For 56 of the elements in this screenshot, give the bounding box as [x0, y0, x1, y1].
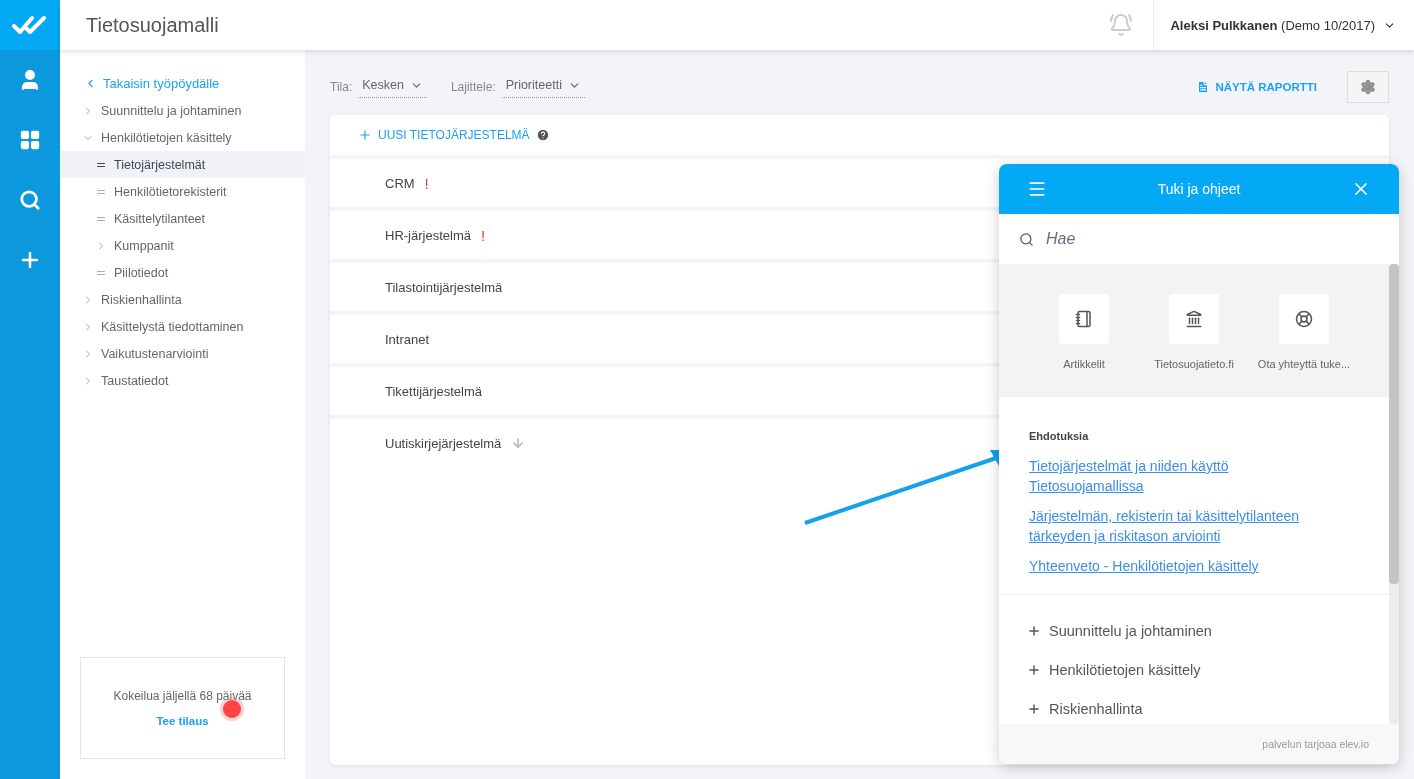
sidebar-item[interactable]: Riskienhallinta: [60, 286, 305, 313]
help-title: Tuki ja ohjeet: [1156, 181, 1242, 197]
system-name: Tilastointijärjestelmä: [385, 279, 503, 295]
system-name: HR-järjestelmä: [385, 227, 471, 243]
suggestion-link[interactable]: Yhteenveto - Henkilötietojen käsittely: [1029, 556, 1319, 576]
bank-building-icon: [1185, 310, 1203, 328]
category-item[interactable]: Riskienhallinta: [999, 689, 1389, 724]
suggestions-heading: Ehdotuksia: [1029, 430, 1090, 442]
category-item[interactable]: Henkilötietojen käsittely: [999, 650, 1389, 689]
plus-icon: [1027, 662, 1041, 677]
document-icon: [1196, 79, 1211, 94]
priority-mark-text: !: [424, 174, 429, 192]
settings-button[interactable]: [1347, 70, 1389, 103]
shortcut-button[interactable]: [1279, 294, 1329, 344]
system-name: Uutiskirjejärjestelmä: [385, 435, 502, 451]
double-check-logo-icon: [12, 15, 48, 35]
priority-mark-text: !: [480, 226, 486, 244]
user-menu[interactable]: Aleksi Pulkkanen (Demo 10/2017): [1153, 0, 1414, 50]
filter-dropdown[interactable]: Kesken: [358, 75, 427, 98]
filter-label: Lajittele:: [450, 79, 496, 94]
sidebar-item[interactable]: Piilotiedot: [60, 259, 305, 286]
sidebar-item[interactable]: Tietojärjestelmät: [60, 151, 305, 178]
sidebar-item[interactable]: Kumppanit: [60, 232, 305, 259]
plus-icon: [1027, 623, 1041, 638]
sidebar-item[interactable]: Henkilötietorekisterit: [60, 178, 305, 205]
system-name: Tikettijärjestelmä: [385, 383, 483, 399]
grid-icon: [19, 129, 41, 151]
system-name: Intranet: [385, 331, 430, 347]
search-icon: [1019, 231, 1034, 247]
shortcut-button[interactable]: [1169, 294, 1219, 344]
filter-dropdown[interactable]: Prioriteetti: [501, 75, 585, 98]
system-name: CRM: [385, 175, 415, 191]
sidebar-item[interactable]: Taustatiedot: [60, 367, 305, 394]
bell-icon[interactable]: [1109, 13, 1134, 37]
plus-icon: [1027, 701, 1041, 716]
footer-credit: palvelun tarjoaa elev.io: [999, 724, 1399, 764]
menu-icon[interactable]: [1027, 179, 1047, 199]
page-title: Tietosuojamalli: [85, 13, 220, 37]
filter-label: Tila:: [330, 79, 353, 94]
lifebuoy-icon: [1295, 310, 1313, 328]
search-icon: [19, 189, 41, 211]
settings-icon: [1360, 78, 1376, 95]
sidebar-item[interactable]: Henkilötietojen käsittely: [60, 124, 305, 151]
plus-icon: [358, 128, 372, 142]
sidebar-item[interactable]: Käsittelystä tiedottaminen: [60, 313, 305, 340]
sidebar-item[interactable]: Käsittelytilanteet: [60, 205, 305, 232]
suggestion-link[interactable]: Järjestelmän, rekisterin tai käsittelytilanteen tärkeyden ja riskitason arviointi: [1029, 506, 1319, 546]
notebook-icon: [1075, 310, 1093, 328]
help-icon[interactable]: [535, 128, 550, 142]
category-item[interactable]: Suunnittelu ja johtaminen: [999, 611, 1389, 650]
logo[interactable]: [0, 0, 60, 50]
sidebar-item[interactable]: Vaikutustenarviointi: [60, 340, 305, 367]
sidebar-item[interactable]: Suunnittelu ja johtaminen: [60, 97, 305, 124]
scrollbar[interactable]: [1389, 264, 1399, 724]
trial-text: Kokeilua jäljellä 68 päivää: [113, 689, 252, 703]
shortcut-button[interactable]: [1059, 294, 1109, 344]
